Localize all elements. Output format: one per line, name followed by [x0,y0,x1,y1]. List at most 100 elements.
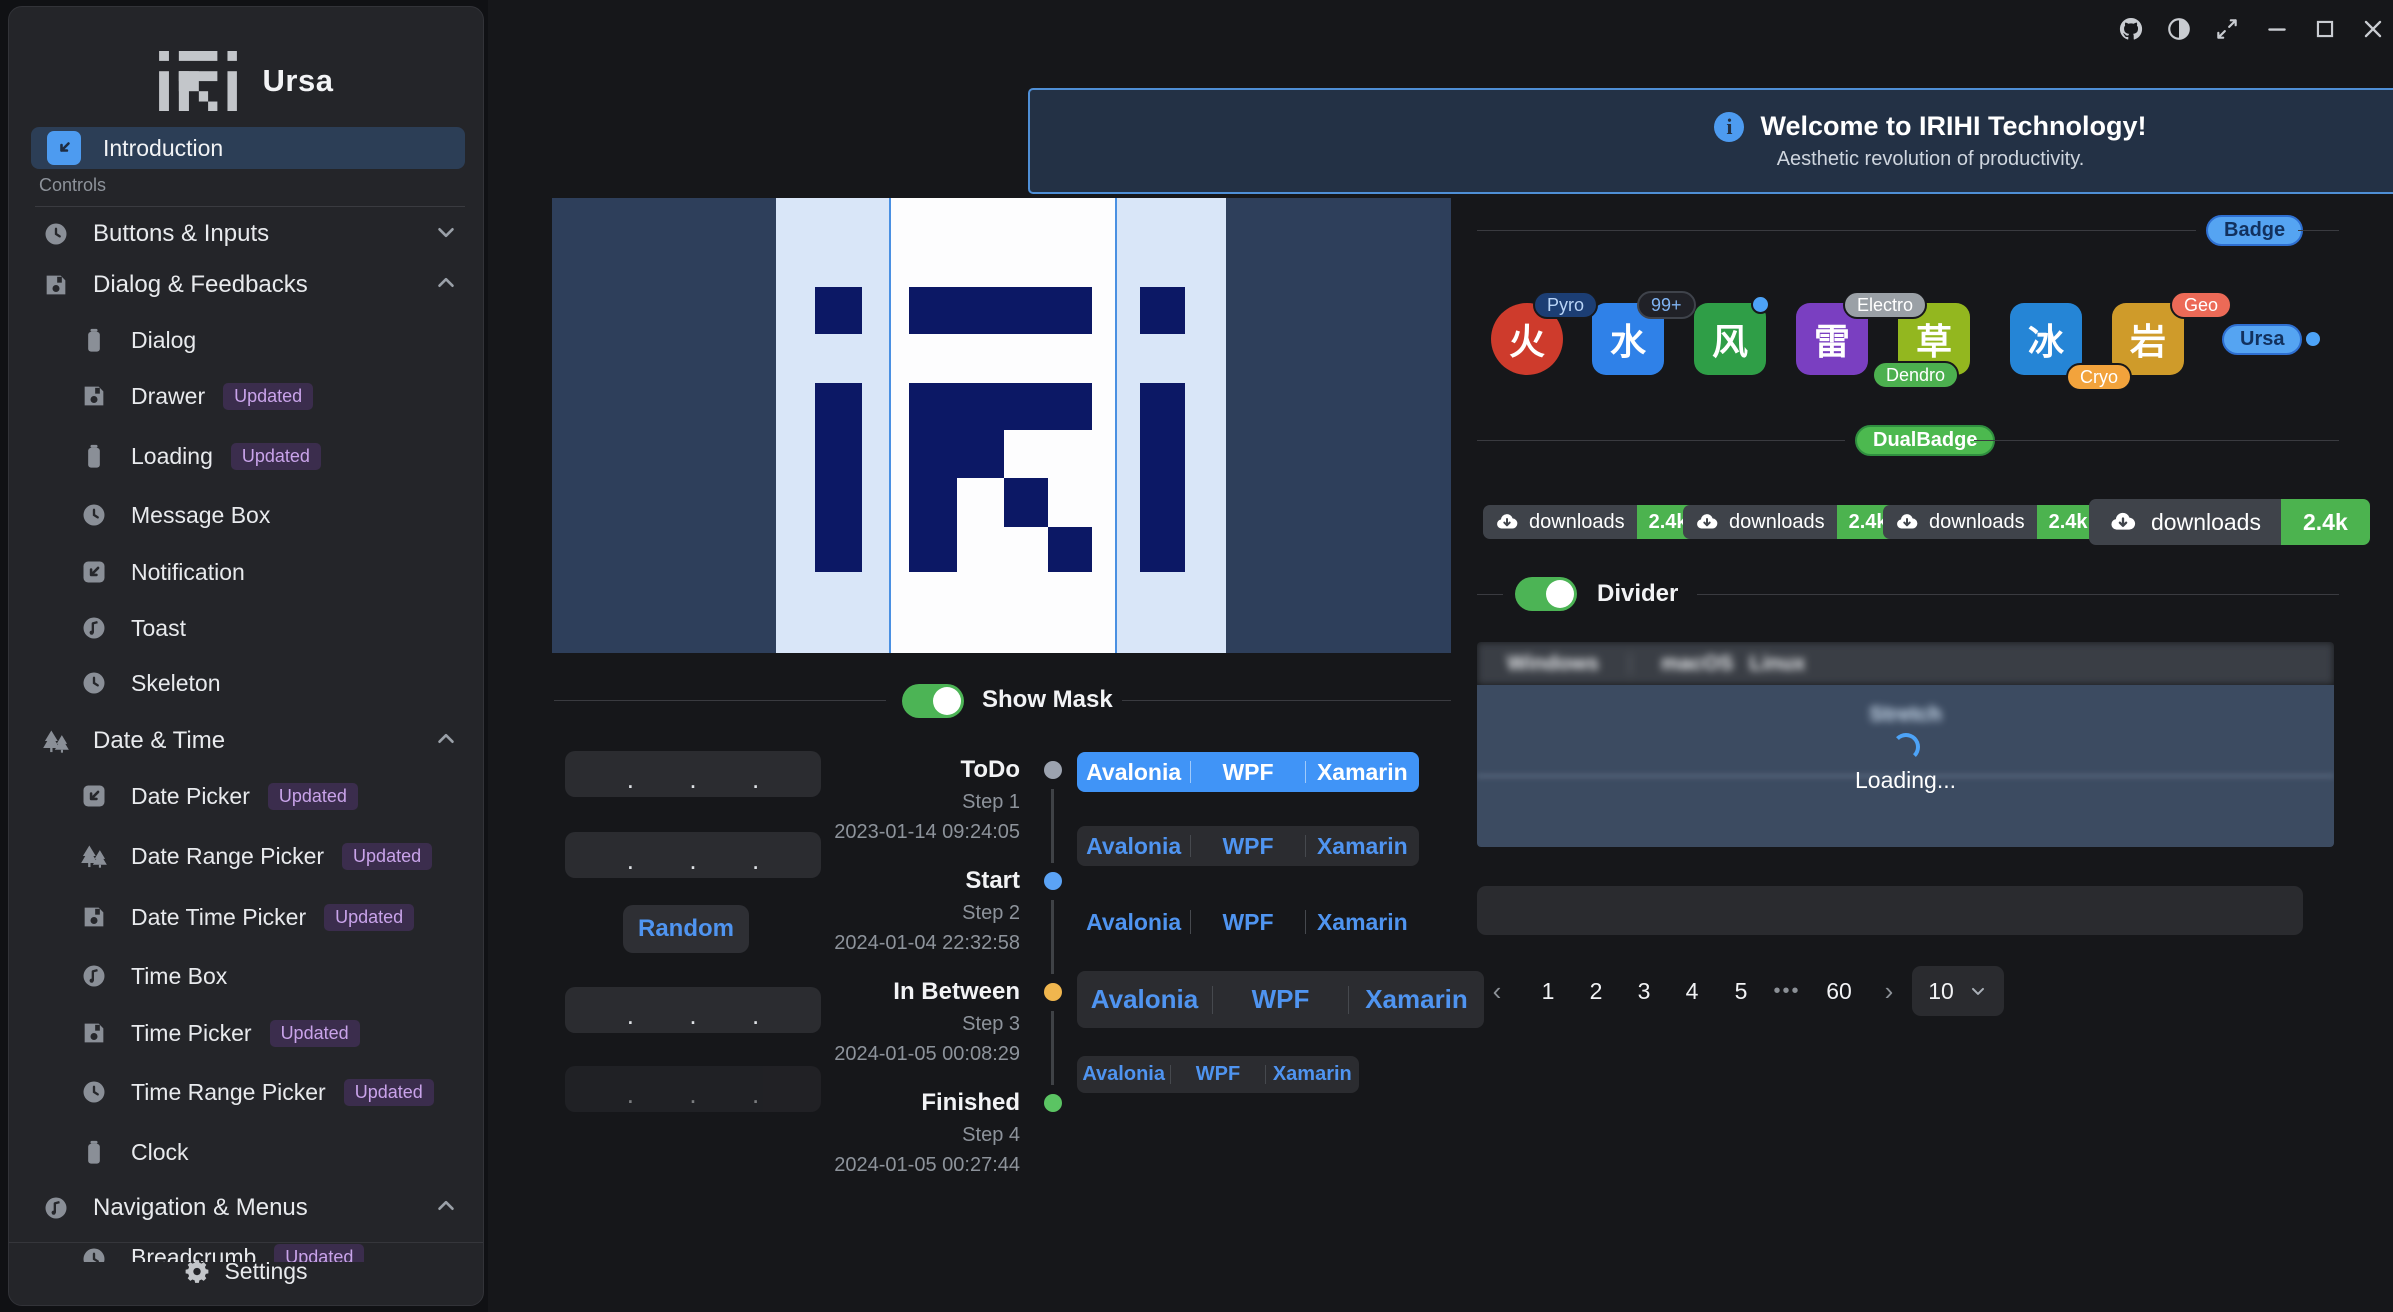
sidebar-item-introduction[interactable]: Introduction [31,127,465,169]
close-icon[interactable] [2358,14,2388,44]
pagination-page-5[interactable]: 5 [1724,974,1758,1008]
group-button-xamarin[interactable]: Xamarin [1306,909,1419,936]
downloads-badge[interactable]: downloads 2.4k [1883,505,2100,539]
timeline-step-time: 2024-01-05 00:08:29 [834,1043,1020,1066]
maximize-icon[interactable] [2310,14,2340,44]
separator-dot: . [627,774,634,784]
sidebar-item-date-time[interactable]: Date & Time [9,721,484,761]
pagination-page-3[interactable]: 3 [1627,974,1661,1008]
pagination-prev[interactable]: ‹ [1480,974,1514,1008]
group-button-avalonia[interactable]: Avalonia [1077,759,1190,786]
timeline-step-title: Finished [921,1089,1020,1117]
group-button-xamarin[interactable]: Xamarin [1306,833,1419,860]
sidebar-item-skeleton[interactable]: Skeleton [9,663,484,703]
sidebar-item-time-range-picker[interactable]: Time Range Picker Updated [9,1072,484,1112]
sidebar-item-date-range-picker[interactable]: Date Range Picker Updated [9,836,484,876]
divider-line [1974,440,2339,441]
divider-line [2298,230,2339,231]
updated-badge: Updated [270,1020,360,1047]
trees-icon [41,726,71,756]
page-size-select[interactable]: 10 [1912,966,2004,1016]
sidebar-item-notification[interactable]: Notification [9,552,484,592]
sidebar-item-dialog[interactable]: Dialog [9,320,484,360]
sidebar-item-time-picker[interactable]: Time Picker Updated [9,1013,484,1053]
sidebar-item-loading[interactable]: Loading Updated [9,436,484,476]
show-mask-label: Show Mask [982,686,1113,714]
arrow-square-icon [79,557,109,587]
group-button-wpf[interactable]: WPF [1213,984,1348,1015]
group-button-xamarin[interactable]: Xamarin [1349,984,1484,1015]
floppy-icon [79,381,109,411]
date-picker-input[interactable]: ... [565,751,821,797]
divider-line [9,1242,483,1243]
sidebar-item-navigation-menus[interactable]: Navigation & Menus [9,1188,484,1228]
sidebar-item-dialog-feedbacks[interactable]: Dialog & Feedbacks [9,265,484,305]
group-button-wpf[interactable]: WPF [1171,1063,1264,1086]
badge-dendro: Dendro [1872,361,1959,389]
pagination-page-60[interactable]: 60 [1822,974,1856,1008]
chevron-up-icon[interactable] [433,1193,459,1224]
group-button-avalonia[interactable]: Avalonia [1077,909,1190,936]
github-icon[interactable] [2116,14,2146,44]
sidebar-item-label: Introduction [103,135,223,162]
group-button-avalonia[interactable]: Avalonia [1077,1063,1170,1086]
random-button[interactable]: Random [623,905,749,953]
downloads-badge[interactable]: downloads 2.4k [1683,505,1900,539]
sidebar-item-date-picker[interactable]: Date Picker Updated [9,776,484,816]
chevron-up-icon[interactable] [433,726,459,757]
date-picker-input[interactable]: ... [565,987,821,1033]
sidebar-item-clock[interactable]: Clock [9,1132,484,1172]
timeline-step-title: Start [965,867,1020,895]
group-button-xamarin[interactable]: Xamarin [1266,1063,1359,1086]
tab-macos[interactable]: macOS [1661,652,1733,676]
chevron-up-icon[interactable] [433,270,459,301]
downloads-badge-large[interactable]: downloads 2.4k [2089,499,2370,545]
sidebar-item-label: Buttons & Inputs [93,220,269,248]
banner-subtitle: Aesthetic revolution of productivity. [1777,148,2085,171]
separator-dot: . [627,855,634,865]
show-mask-toggle[interactable] [902,684,964,718]
floppy-icon [41,270,71,300]
sidebar-item-time-box[interactable]: Time Box [9,956,484,996]
group-button-wpf[interactable]: WPF [1191,909,1304,936]
sidebar-item-label: Notification [131,559,245,586]
updated-badge: Updated [268,783,358,810]
sidebar-item-buttons-inputs[interactable]: Buttons & Inputs [9,214,484,254]
tab-windows[interactable]: Windows [1507,652,1599,676]
pagination-page-4[interactable]: 4 [1675,974,1709,1008]
pagination-ellipsis[interactable]: ••• [1770,974,1804,1008]
chevron-down-icon[interactable] [433,219,459,250]
expand-icon[interactable] [2212,14,2242,44]
empty-input-bar[interactable] [1477,886,2303,935]
date-picker-input[interactable]: ... [565,832,821,878]
group-button-avalonia[interactable]: Avalonia [1077,984,1212,1015]
divider-toggle[interactable] [1515,577,1577,611]
group-button-wpf[interactable]: WPF [1191,833,1304,860]
sidebar-item-toast[interactable]: Toast [9,608,484,648]
sidebar-item-label: Dialog [131,327,196,354]
downloads-badge[interactable]: downloads 2.4k [1483,505,1700,539]
group-button-wpf[interactable]: WPF [1191,759,1304,786]
group-button-xamarin[interactable]: Xamarin [1306,759,1419,786]
pagination-next[interactable]: › [1872,974,1906,1008]
toggle-knob [933,687,961,715]
sidebar-item-message-box[interactable]: Message Box [9,495,484,535]
group-button-avalonia[interactable]: Avalonia [1077,833,1190,860]
pagination-page-2[interactable]: 2 [1579,974,1613,1008]
mask-band-dark-left [552,198,776,653]
badge-cryo: Cryo [2066,363,2132,391]
button-group-large: Avalonia WPF Xamarin [1077,971,1484,1028]
sidebar-item-date-time-picker[interactable]: Date Time Picker Updated [9,897,484,937]
timeline-step-time: 2023-01-14 09:24:05 [834,821,1020,844]
sidebar-item-label: Dialog & Feedbacks [93,271,308,299]
settings-button[interactable]: Settings [9,1247,483,1295]
pagination-page-1[interactable]: 1 [1531,974,1565,1008]
tab-linux[interactable]: Linux [1749,652,1805,676]
minimize-icon[interactable] [2262,14,2292,44]
theme-toggle-icon[interactable] [2164,14,2194,44]
sidebar-item-drawer[interactable]: Drawer Updated [9,376,484,416]
masked-content-text: Stretch [1477,703,2334,727]
date-picker-input-disabled[interactable]: ... [565,1066,821,1112]
loading-spinner-icon [1892,733,1920,761]
timeline-connector [1051,900,1054,974]
